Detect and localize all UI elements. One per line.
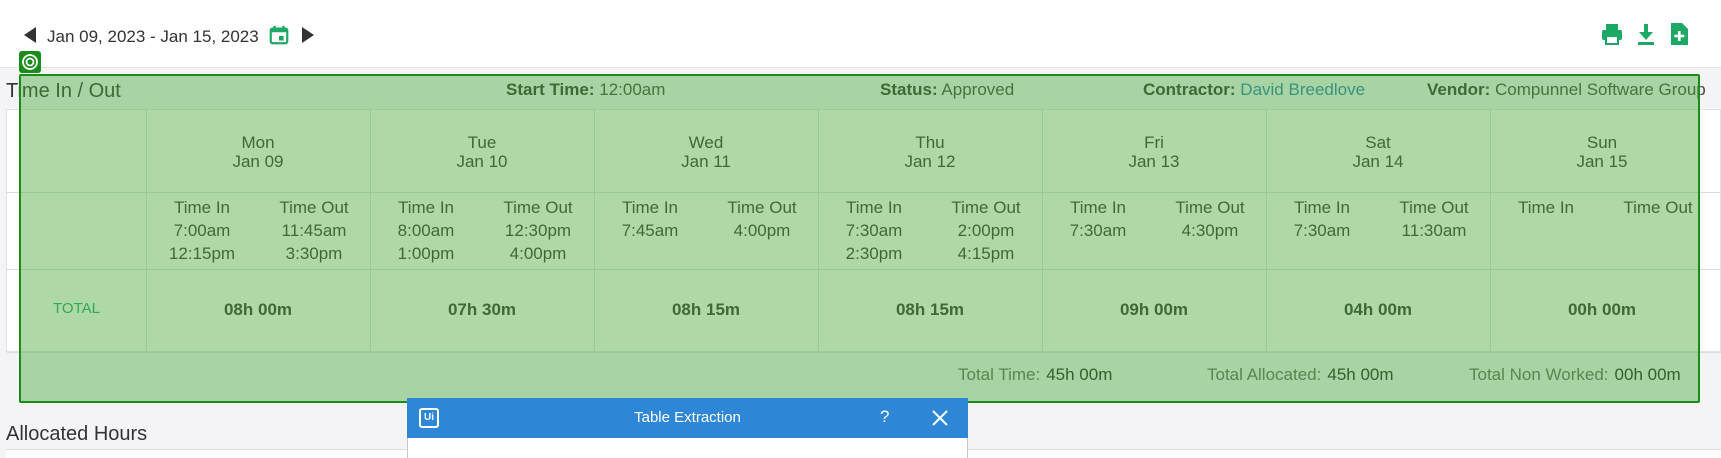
allocated-hours-title: Allocated Hours xyxy=(6,423,148,445)
target-icon[interactable] xyxy=(19,51,41,73)
table-extraction-dialog-body xyxy=(407,438,968,458)
print-icon[interactable] xyxy=(1600,22,1624,46)
uipath-logo-icon: Ui xyxy=(419,408,439,428)
download-icon[interactable] xyxy=(1634,22,1658,46)
export-file-icon[interactable] xyxy=(1667,22,1691,46)
table-selection-overlay xyxy=(19,74,1700,403)
help-button[interactable]: ? xyxy=(880,407,889,427)
table-extraction-dialog-header[interactable]: Table Extraction Ui ? xyxy=(407,398,968,438)
close-icon[interactable] xyxy=(931,409,949,427)
calendar-icon[interactable] xyxy=(268,24,290,46)
prev-arrow-icon[interactable] xyxy=(24,27,36,43)
next-arrow-icon[interactable] xyxy=(302,27,314,43)
date-range-label: Jan 09, 2023 - Jan 15, 2023 xyxy=(47,27,259,46)
top-toolbar: Jan 09, 2023 - Jan 15, 2023 xyxy=(0,0,1721,68)
